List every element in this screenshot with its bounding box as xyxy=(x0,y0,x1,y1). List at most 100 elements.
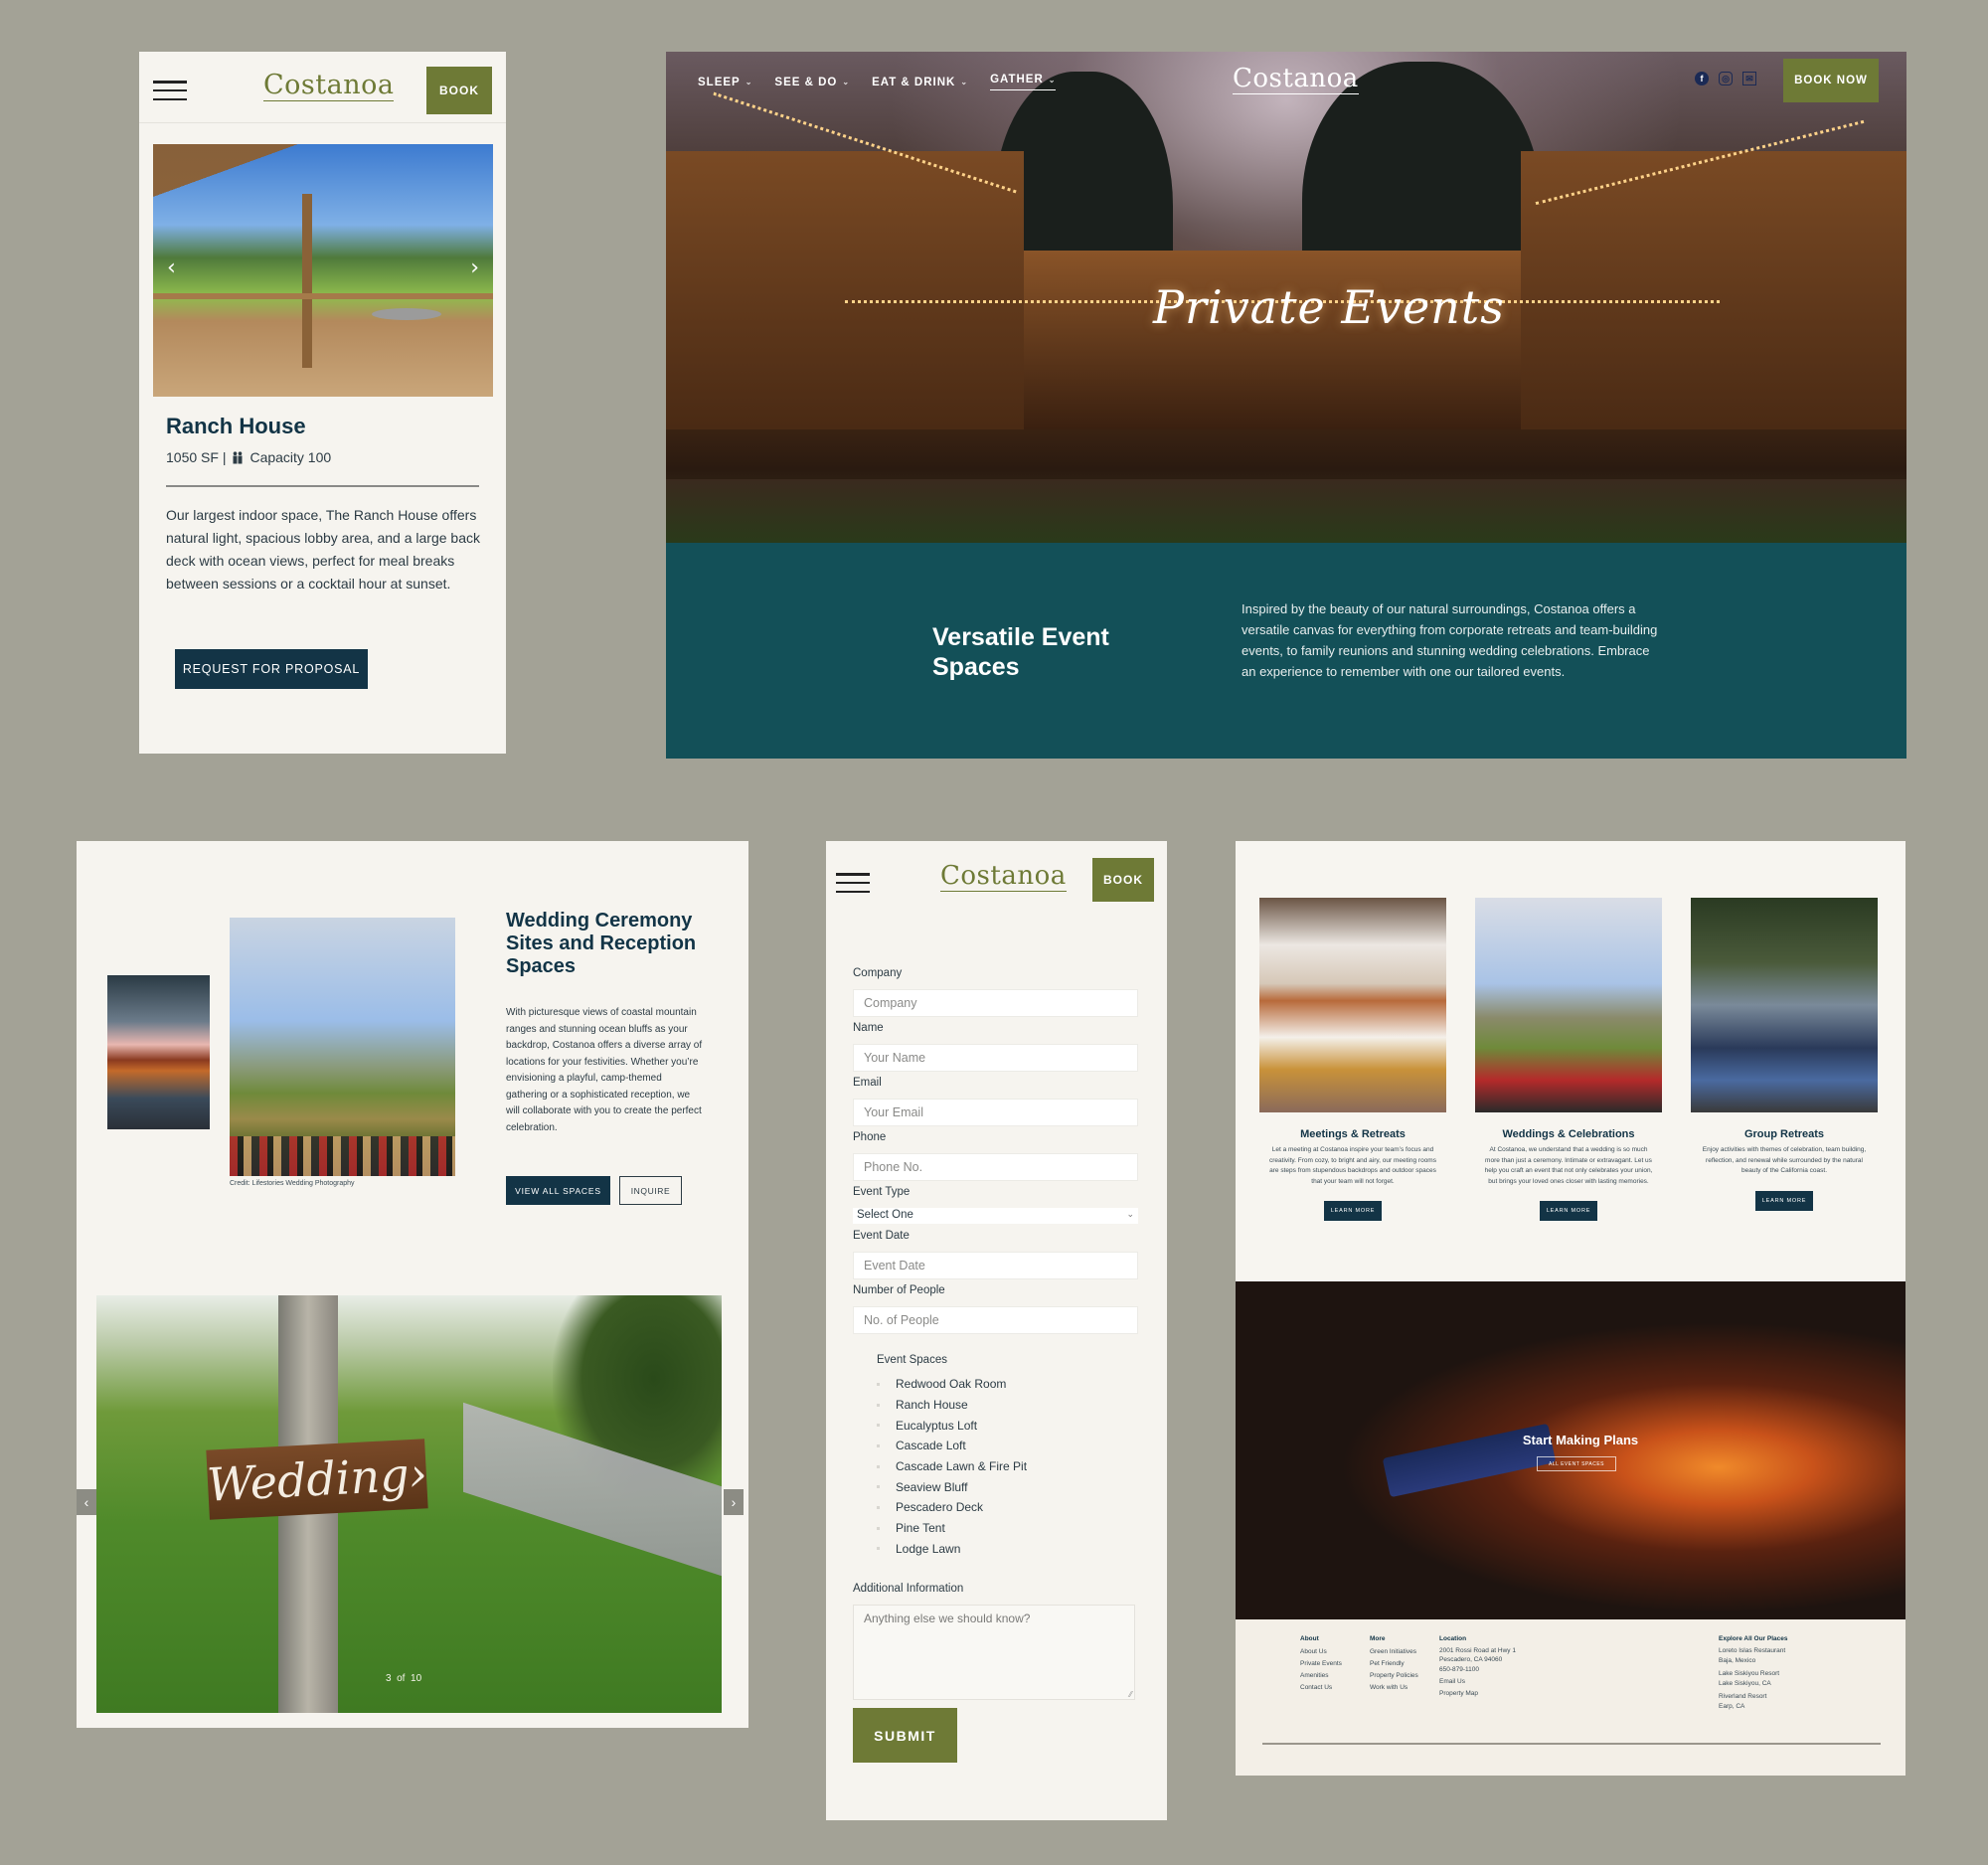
chevron-down-icon: ⌄ xyxy=(842,78,851,86)
people-input[interactable]: No. of People xyxy=(853,1306,1138,1334)
facebook-icon[interactable]: f xyxy=(1695,72,1709,85)
space-size: 1050 SF | xyxy=(166,449,227,465)
additional-info-textarea[interactable]: Anything else we should know? xyxy=(853,1605,1135,1701)
footer-link[interactable]: Loreto Islas Restaurant xyxy=(1719,1646,1787,1656)
chevron-right-icon[interactable]: › xyxy=(470,255,479,280)
footer-link[interactable]: Contact Us xyxy=(1300,1682,1342,1694)
checkbox[interactable] xyxy=(877,1485,880,1489)
mobile-rfp-form-screen: Costanoa BOOK Company Company Name Your … xyxy=(826,841,1167,1820)
costanoa-logo[interactable]: Costanoa xyxy=(1233,66,1359,94)
nav-see-do[interactable]: SEE & DO ⌄ xyxy=(774,74,850,90)
footer-link[interactable]: Pet Friendly xyxy=(1370,1658,1418,1670)
footer-link[interactable]: About Us xyxy=(1300,1646,1342,1658)
email-icon[interactable]: ✉ xyxy=(1742,72,1756,85)
additional-info-label: Additional Information xyxy=(853,1583,964,1596)
phone-label: Phone xyxy=(853,1131,887,1143)
request-proposal-button[interactable]: REQUEST FOR PROPOSAL xyxy=(175,649,368,689)
email-input[interactable]: Your Email xyxy=(853,1099,1138,1126)
slider-next-button[interactable]: › xyxy=(724,1489,744,1515)
costanoa-logo[interactable]: Costanoa xyxy=(263,72,395,101)
social-links: f ◎ ✉ xyxy=(1695,72,1756,85)
space-option[interactable]: Pine Tent xyxy=(877,1518,1138,1539)
lodge-building-center xyxy=(1024,251,1521,429)
space-option[interactable]: Eucalyptus Loft xyxy=(877,1415,1138,1436)
checkbox[interactable] xyxy=(877,1505,880,1509)
submit-button[interactable]: SUBMIT xyxy=(853,1708,957,1764)
checkbox[interactable] xyxy=(877,1464,880,1468)
hamburger-menu-icon[interactable] xyxy=(836,873,870,893)
instagram-icon[interactable]: ◎ xyxy=(1719,72,1733,85)
checkbox[interactable] xyxy=(877,1443,880,1447)
chevron-left-icon[interactable]: ‹ xyxy=(167,255,176,280)
footer-explore: Explore All Our Places Loreto Islas Rest… xyxy=(1719,1633,1787,1712)
learn-more-button[interactable]: LEARN MORE xyxy=(1540,1201,1597,1221)
footer-divider xyxy=(1262,1743,1881,1745)
space-option-label: Lodge Lawn xyxy=(896,1541,961,1556)
space-meta: 1050 SF | Capacity 100 xyxy=(166,449,331,465)
footer-link[interactable]: Riverland Resort xyxy=(1719,1692,1787,1702)
event-card: Meetings & Retreats Let a meeting at Cos… xyxy=(1259,898,1446,1221)
footer-about: About About Us Private Events Amenities … xyxy=(1300,1633,1342,1694)
company-input[interactable]: Company xyxy=(853,989,1138,1017)
checkbox[interactable] xyxy=(877,1547,880,1551)
checkbox[interactable] xyxy=(877,1526,880,1530)
email-label: Email xyxy=(853,1077,882,1089)
name-input[interactable]: Your Name xyxy=(853,1044,1138,1072)
nav-label: GATHER xyxy=(990,74,1044,85)
event-type-select[interactable]: Select One ⌄ xyxy=(853,1208,1138,1224)
footer-phone[interactable]: 650-879-1100 xyxy=(1439,1664,1516,1676)
sign-text: Wedding› xyxy=(205,1446,429,1512)
phone-input[interactable]: Phone No. xyxy=(853,1153,1138,1181)
space-option[interactable]: Cascade Lawn & Fire Pit xyxy=(877,1456,1138,1477)
footer-link[interactable]: Lake Siskiyou Resort xyxy=(1719,1669,1787,1679)
chevron-left-icon: ‹ xyxy=(83,1494,89,1510)
book-button[interactable]: BOOK xyxy=(1092,858,1154,902)
space-option[interactable]: Cascade Loft xyxy=(877,1436,1138,1456)
space-option[interactable]: Ranch House xyxy=(877,1395,1138,1416)
company-label: Company xyxy=(853,967,903,979)
footer-link[interactable]: Private Events xyxy=(1300,1658,1342,1670)
space-photo-carousel: ‹ › xyxy=(153,144,493,397)
footer-link[interactable]: Work with Us xyxy=(1370,1682,1418,1694)
desktop-private-events-hero: SLEEP ⌄ SEE & DO ⌄ EAT & DRINK ⌄ GATHER ⌄ Co… xyxy=(666,52,1906,759)
card-text: Enjoy activities with themes of celebrat… xyxy=(1702,1146,1867,1174)
footer-link[interactable]: Amenities xyxy=(1300,1670,1342,1682)
space-option[interactable]: Pescadero Deck xyxy=(877,1497,1138,1518)
checkbox[interactable] xyxy=(877,1424,880,1428)
footer-link[interactable]: Property Policies xyxy=(1370,1670,1418,1682)
hamburger-menu-icon[interactable] xyxy=(153,81,187,100)
nav-eat-drink[interactable]: EAT & DRINK ⌄ xyxy=(872,74,968,90)
learn-more-button[interactable]: LEARN MORE xyxy=(1324,1201,1382,1221)
slider-prev-button[interactable]: ‹ xyxy=(77,1489,96,1515)
nav-sleep[interactable]: SLEEP ⌄ xyxy=(698,74,752,90)
event-date-label: Event Date xyxy=(853,1230,910,1242)
mobile-header: Costanoa BOOK xyxy=(139,52,506,123)
footer-link[interactable]: Property Map xyxy=(1439,1688,1516,1700)
costanoa-logo[interactable]: Costanoa xyxy=(940,863,1067,892)
inquire-button[interactable]: INQUIRE xyxy=(619,1176,682,1205)
checkbox[interactable] xyxy=(877,1382,880,1386)
footer-link[interactable]: Email Us xyxy=(1439,1676,1516,1688)
space-option-label: Pine Tent xyxy=(896,1521,945,1536)
space-option[interactable]: Seaview Bluff xyxy=(877,1476,1138,1497)
event-card: Group Retreats Enjoy activities with the… xyxy=(1691,898,1878,1211)
reception-table-photo xyxy=(107,975,210,1129)
space-option-label: Cascade Lawn & Fire Pit xyxy=(896,1459,1028,1474)
footer-link[interactable]: Green Initiatives xyxy=(1370,1646,1418,1658)
all-event-spaces-button[interactable]: ALL EVENT SPACES xyxy=(1537,1456,1616,1471)
footer-address: 2001 Rossi Road at Hwy 1 xyxy=(1439,1647,1516,1654)
lodge-building-left xyxy=(666,151,1024,429)
nav-gather[interactable]: GATHER ⌄ xyxy=(990,74,1057,90)
view-all-spaces-button[interactable]: VIEW ALL SPACES xyxy=(506,1176,610,1205)
space-option[interactable]: Lodge Lawn xyxy=(877,1539,1138,1560)
event-spaces-checklist: Event Spaces Redwood Oak Room Ranch Hous… xyxy=(877,1354,1138,1559)
checkbox[interactable] xyxy=(877,1403,880,1407)
book-button[interactable]: BOOK xyxy=(426,67,492,114)
learn-more-button[interactable]: LEARN MORE xyxy=(1755,1190,1813,1211)
footer-location: Location 2001 Rossi Road at Hwy 1 Pescad… xyxy=(1439,1633,1516,1700)
card-title: Weddings & Celebrations xyxy=(1502,1128,1635,1140)
slide-sep: of xyxy=(397,1673,406,1684)
book-now-button[interactable]: BOOK NOW xyxy=(1783,59,1879,102)
space-option[interactable]: Redwood Oak Room xyxy=(877,1374,1138,1395)
event-date-input[interactable]: Event Date xyxy=(853,1252,1138,1279)
